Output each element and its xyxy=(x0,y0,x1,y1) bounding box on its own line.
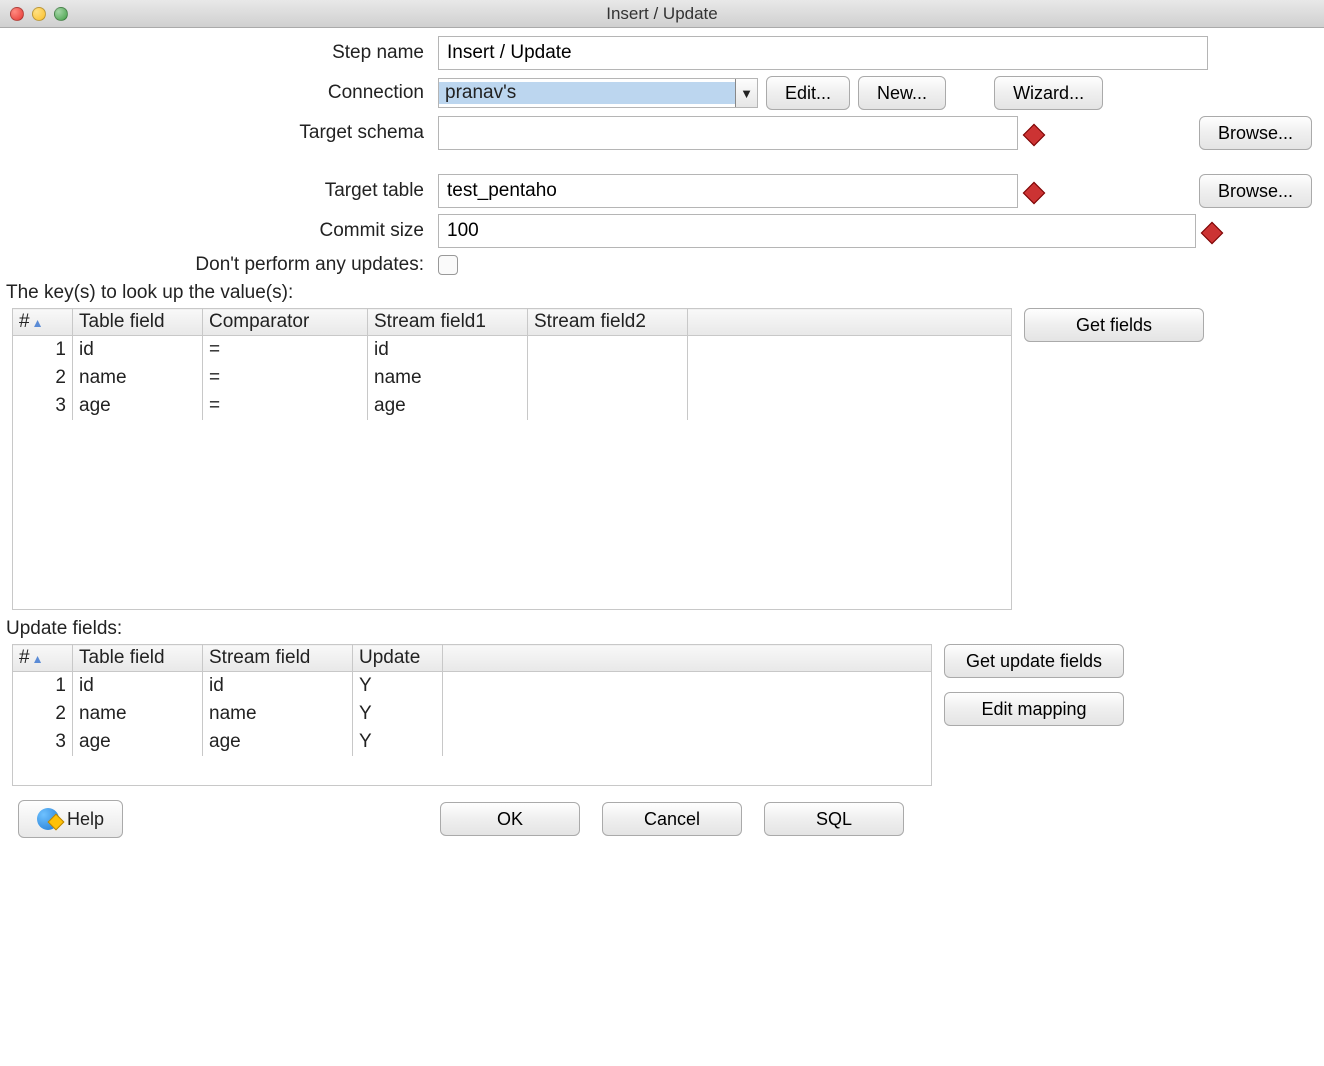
updates-col-update[interactable]: Update xyxy=(353,645,443,672)
keys-col-stream2[interactable]: Stream field2 xyxy=(528,309,688,336)
keys-col-num[interactable]: #▲ xyxy=(13,309,73,336)
window-title: Insert / Update xyxy=(0,4,1324,24)
ok-button[interactable]: OK xyxy=(440,802,580,836)
dont-update-checkbox[interactable] xyxy=(438,255,458,275)
table-row: 2name=name xyxy=(13,364,1012,392)
keys-col-comparator[interactable]: Comparator xyxy=(203,309,368,336)
updates-col-stream-field[interactable]: Stream field xyxy=(203,645,353,672)
table-row: 2namenameY xyxy=(13,700,932,728)
sql-button[interactable]: SQL xyxy=(764,802,904,836)
variable-indicator-icon xyxy=(1201,222,1224,245)
step-name-label: Step name xyxy=(12,42,432,64)
variable-indicator-icon xyxy=(1023,124,1046,147)
table-row: 1id=id xyxy=(13,336,1012,364)
target-table-label: Target table xyxy=(12,180,432,202)
target-schema-input[interactable] xyxy=(438,116,1018,150)
connection-label: Connection xyxy=(12,82,432,104)
updates-table[interactable]: #▲ Table field Stream field Update 1idid… xyxy=(12,644,932,786)
edit-mapping-button[interactable]: Edit mapping xyxy=(944,692,1124,726)
connection-value: pranav's xyxy=(439,82,735,104)
target-schema-label: Target schema xyxy=(12,122,432,144)
browse-schema-button[interactable]: Browse... xyxy=(1199,116,1312,150)
table-row: 1ididY xyxy=(13,672,932,700)
get-update-fields-button[interactable]: Get update fields xyxy=(944,644,1124,678)
browse-table-button[interactable]: Browse... xyxy=(1199,174,1312,208)
keys-col-stream1[interactable]: Stream field1 xyxy=(368,309,528,336)
updates-section-label: Update fields: xyxy=(6,618,1324,640)
keys-section-label: The key(s) to look up the value(s): xyxy=(6,282,1324,304)
help-label: Help xyxy=(67,809,104,830)
target-table-input[interactable] xyxy=(438,174,1018,208)
variable-indicator-icon xyxy=(1023,182,1046,205)
help-icon xyxy=(37,808,59,830)
help-button[interactable]: Help xyxy=(18,800,123,838)
new-connection-button[interactable]: New... xyxy=(858,76,946,110)
updates-col-num[interactable]: #▲ xyxy=(13,645,73,672)
step-name-input[interactable] xyxy=(438,36,1208,70)
updates-col-table-field[interactable]: Table field xyxy=(73,645,203,672)
keys-col-table-field[interactable]: Table field xyxy=(73,309,203,336)
connection-combo[interactable]: pranav's ▼ xyxy=(438,78,758,108)
commit-size-input[interactable] xyxy=(438,214,1196,248)
table-row: 3ageageY xyxy=(13,728,932,756)
cancel-button[interactable]: Cancel xyxy=(602,802,742,836)
chevron-down-icon[interactable]: ▼ xyxy=(735,79,757,107)
get-fields-button[interactable]: Get fields xyxy=(1024,308,1204,342)
wizard-button[interactable]: Wizard... xyxy=(994,76,1103,110)
commit-size-label: Commit size xyxy=(12,220,432,242)
keys-table[interactable]: #▲ Table field Comparator Stream field1 … xyxy=(12,308,1012,610)
table-row: 3age=age xyxy=(13,392,1012,420)
titlebar: Insert / Update xyxy=(0,0,1324,28)
edit-connection-button[interactable]: Edit... xyxy=(766,76,850,110)
dont-update-label: Don't perform any updates: xyxy=(12,254,432,276)
